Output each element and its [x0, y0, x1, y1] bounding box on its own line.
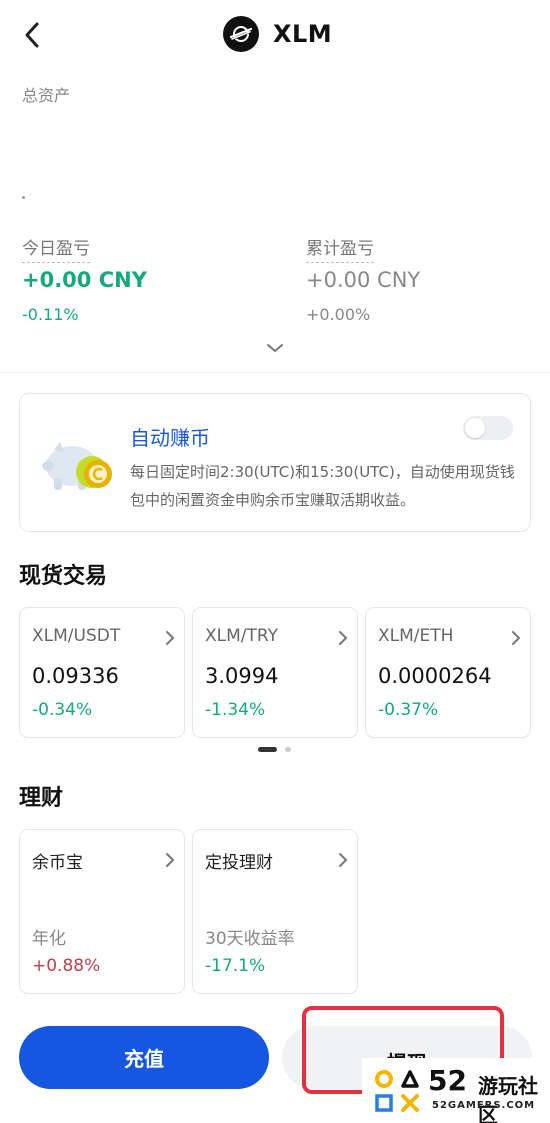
- chevron-right-icon: [166, 631, 175, 645]
- pair-name: XLM/ETH: [378, 626, 454, 646]
- expand-chevron-icon[interactable]: [264, 340, 286, 356]
- pair-price: 0.09336: [32, 664, 119, 688]
- watermark-number: 52: [428, 1064, 467, 1097]
- rate-label: 30天收益率: [205, 929, 295, 949]
- pair-card[interactable]: XLM/USDT 0.09336 -0.34%: [19, 607, 185, 738]
- finance-card[interactable]: 定投理财 30天收益率 -17.1%: [192, 829, 358, 994]
- rate-label: 年化: [32, 929, 66, 949]
- pair-card[interactable]: XLM/TRY 3.0994 -1.34%: [192, 607, 358, 738]
- pair-price: 0.0000264: [378, 664, 492, 688]
- today-pnl-percent: -0.11%: [22, 305, 79, 324]
- pair-name: XLM/USDT: [32, 626, 121, 646]
- finance-section-title: 理财: [19, 786, 64, 811]
- product-name: 定投理财: [205, 853, 273, 873]
- piggy-bank-icon: [40, 434, 120, 498]
- toggle-knob: [465, 418, 485, 438]
- cumulative-pnl-label[interactable]: 累计盈亏: [306, 234, 374, 263]
- auto-earn-title: 自动赚币: [130, 426, 210, 450]
- cumulative-pnl-percent: +0.00%: [306, 305, 371, 324]
- rate-value: -17.1%: [205, 956, 266, 976]
- total-assets-label: 总资产: [22, 86, 71, 105]
- pair-change: -0.34%: [32, 700, 93, 720]
- watermark-logo-icon: [375, 1070, 419, 1112]
- pair-name: XLM/TRY: [205, 626, 279, 646]
- pair-change: -0.37%: [378, 700, 439, 720]
- carousel-dot-active[interactable]: [258, 747, 277, 752]
- finance-card[interactable]: 余币宝 年化 +0.88%: [19, 829, 185, 994]
- auto-earn-toggle[interactable]: [463, 416, 513, 440]
- pair-price: 3.0994: [205, 664, 279, 688]
- chevron-right-icon: [166, 853, 175, 867]
- pair-card[interactable]: XLM/ETH 0.0000264 -0.37%: [365, 607, 531, 738]
- carousel-dot[interactable]: [285, 747, 291, 752]
- stellar-logo-icon: [223, 16, 259, 52]
- product-name: 余币宝: [32, 853, 83, 873]
- chevron-right-icon: [512, 631, 521, 645]
- chevron-left-icon: [25, 22, 39, 48]
- spot-section-title: 现货交易: [19, 564, 108, 589]
- title-group: XLM: [223, 16, 332, 52]
- back-button[interactable]: [20, 20, 48, 50]
- pair-change: -1.34%: [205, 700, 266, 720]
- section-divider: [0, 372, 550, 373]
- auto-earn-card: 自动赚币 每日固定时间2:30(UTC)和15:30(UTC)，自动使用现货钱包…: [19, 393, 531, 532]
- deposit-button[interactable]: 充值: [19, 1026, 269, 1089]
- chevron-right-icon: [339, 631, 348, 645]
- cumulative-pnl-value: +0.00 CNY: [306, 268, 421, 292]
- auto-earn-description: 每日固定时间2:30(UTC)和15:30(UTC)，自动使用现货钱包中的闲置资…: [130, 463, 515, 509]
- watermark-subtext: 52GAMERS.COM: [432, 1100, 536, 1111]
- today-pnl-label[interactable]: 今日盈亏: [22, 234, 90, 263]
- hidden-balance-mark: [22, 196, 25, 199]
- today-pnl-value: +0.00 CNY: [22, 268, 147, 292]
- rate-value: +0.88%: [32, 956, 101, 976]
- header: XLM: [0, 0, 550, 70]
- watermark: 52 游玩社区 52GAMERS.COM: [362, 1058, 550, 1123]
- watermark-text: 游玩社区: [478, 1074, 538, 1123]
- page-title: XLM: [273, 20, 333, 48]
- chevron-right-icon: [339, 853, 348, 867]
